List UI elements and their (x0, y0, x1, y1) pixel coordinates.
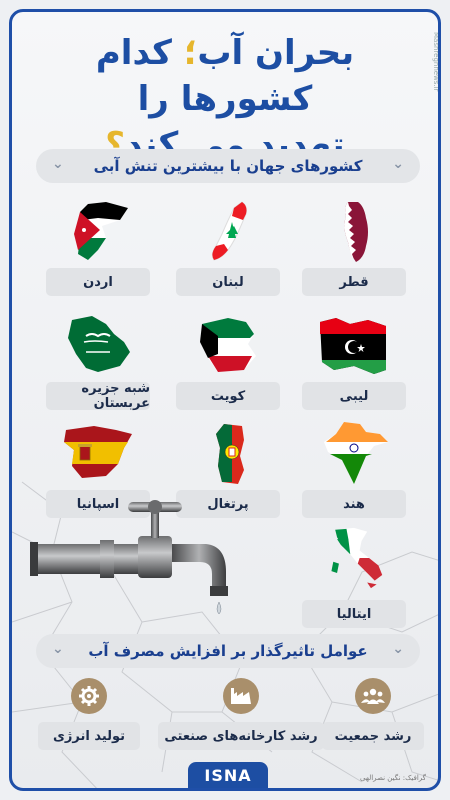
factor-label: رشد کارخانه‌های صنعتی (158, 722, 324, 750)
country-label: قطر (302, 268, 406, 296)
country-label: ایتالیا (302, 600, 406, 628)
libya-flag-map-icon (320, 318, 386, 374)
factor-label: تولید انرژی (38, 722, 140, 750)
title-separator: ؛ (183, 33, 198, 73)
country-card-jordan: اردن (46, 198, 150, 300)
country-card-lebanon: لبنان (176, 198, 280, 300)
country-label: لبنان (176, 268, 280, 296)
country-label: شبه جزیره عربستان (46, 381, 150, 411)
country-card-qatar: قطر (302, 198, 406, 300)
factor-energy-production: تولید انرژی (24, 678, 154, 758)
country-label: اردن (46, 268, 150, 296)
chevron-down-icon: ⌄ (52, 641, 64, 657)
infographic-frame: Mashreghnews.ir بحران آب؛ کدام کشورها را… (9, 9, 441, 791)
factor-population-growth: رشد جمعیت (308, 678, 438, 758)
title-part-1: بحران آب (197, 33, 355, 73)
india-flag-map-icon (324, 422, 388, 484)
spain-flag-map-icon (64, 426, 132, 478)
factors-section-title: عوامل تاثیرگذار بر افزایش مصرف آب (88, 642, 368, 660)
country-card-italy: ایتالیا (302, 526, 406, 628)
saudi-flag-map-icon (68, 316, 130, 372)
footer: ISNA گرافیک: نگین نصرالهی (12, 754, 438, 788)
qatar-flag-map-icon (344, 202, 368, 262)
country-label: لیبی (302, 382, 406, 410)
portugal-flag-map-icon (216, 424, 244, 484)
factory-icon (223, 678, 259, 714)
country-label: کویت (176, 382, 280, 410)
countries-section-title: کشورهای جهان با بیشترین تنش آبی (93, 157, 363, 175)
country-label: هند (302, 490, 406, 518)
lebanon-flag-map-icon (211, 201, 247, 261)
italy-flag-map-icon (331, 527, 383, 589)
chevron-down-icon: ⌄ (392, 641, 404, 657)
country-card-india: هند (302, 420, 406, 522)
chevron-down-icon: ⌄ (392, 156, 404, 172)
graphic-credit: گرافیک: نگین نصرالهی (360, 774, 426, 782)
kuwait-flag-map-icon (200, 318, 256, 372)
water-faucet-illustration (30, 500, 228, 615)
people-icon (355, 678, 391, 714)
gear-icon (71, 678, 107, 714)
chevron-down-icon: ⌄ (52, 156, 64, 172)
factors-section-header: ⌄ عوامل تاثیرگذار بر افزایش مصرف آب ⌄ (36, 634, 420, 668)
side-watermark: Mashreghnews.ir (432, 32, 440, 92)
country-card-libya: لیبی (302, 312, 406, 414)
factor-industrial-growth: رشد کارخانه‌های صنعتی (158, 678, 324, 758)
factor-label: رشد جمعیت (322, 722, 424, 750)
page-title: بحران آب؛ کدام کشورها را تهدید می کند؟ (32, 30, 418, 168)
countries-section-header: ⌄ کشورهای جهان با بیشترین تنش آبی ⌄ (36, 149, 420, 183)
country-card-kuwait: کویت (176, 312, 280, 414)
country-card-saudi: شبه جزیره عربستان (46, 312, 150, 414)
jordan-flag-map-icon (74, 202, 128, 260)
isna-logo: ISNA (188, 762, 268, 788)
